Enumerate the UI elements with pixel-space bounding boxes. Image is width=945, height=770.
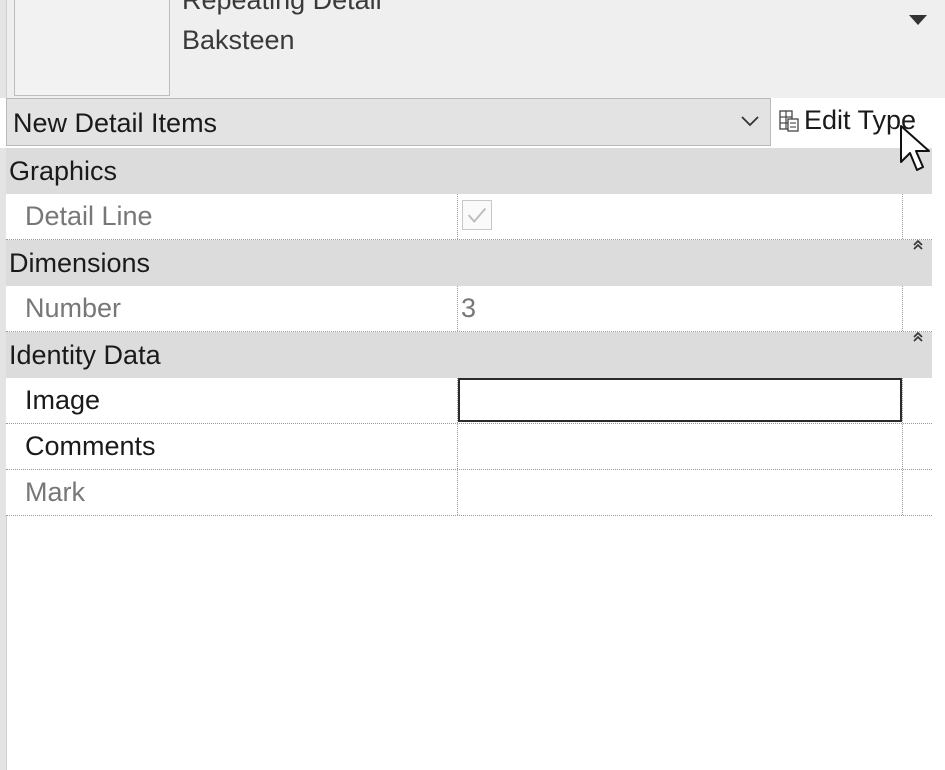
property-row-number: Number 3	[6, 286, 932, 332]
image-field[interactable]	[458, 378, 902, 422]
type-preview-image	[14, 0, 170, 96]
properties-grid: Graphics Detail Line Dimensions Number 3…	[6, 148, 932, 516]
section-identity-data[interactable]: Identity Data	[6, 330, 932, 378]
family-name: Repeating Detail	[182, 0, 382, 15]
number-value: 3	[461, 293, 477, 323]
edit-type-icon	[779, 110, 799, 132]
instance-filter-value: New Detail Items	[13, 108, 218, 138]
collapse-icon[interactable]	[912, 238, 924, 252]
instance-filter-row: New Detail Items Edit Type	[0, 98, 945, 148]
property-name: Detail Line	[25, 201, 153, 231]
section-dimensions[interactable]: Dimensions	[6, 238, 932, 286]
chevron-down-icon	[741, 116, 759, 127]
property-row-mark: Mark	[6, 470, 932, 516]
property-name: Mark	[25, 477, 85, 507]
instance-filter-dropdown[interactable]: New Detail Items	[6, 98, 771, 146]
section-title: Dimensions	[9, 248, 151, 278]
property-row-comments: Comments	[6, 424, 932, 470]
property-name: Image	[25, 385, 101, 415]
type-selector[interactable]: Repeating Detail Baksteen	[0, 0, 945, 98]
edit-type-label: Edit Type	[804, 105, 917, 135]
collapse-icon[interactable]	[912, 330, 924, 344]
section-title: Identity Data	[9, 340, 161, 370]
section-graphics[interactable]: Graphics	[6, 148, 932, 194]
type-name: Baksteen	[182, 25, 295, 55]
triangle-down-icon[interactable]	[906, 12, 930, 28]
property-row-image: Image	[6, 378, 932, 424]
edit-type-button[interactable]: Edit Type	[777, 98, 937, 146]
property-name: Comments	[25, 431, 156, 461]
section-title: Graphics	[9, 156, 118, 186]
property-row-detail-line: Detail Line	[6, 194, 932, 240]
property-name: Number	[25, 293, 122, 323]
detail-line-checkbox[interactable]	[462, 200, 492, 230]
